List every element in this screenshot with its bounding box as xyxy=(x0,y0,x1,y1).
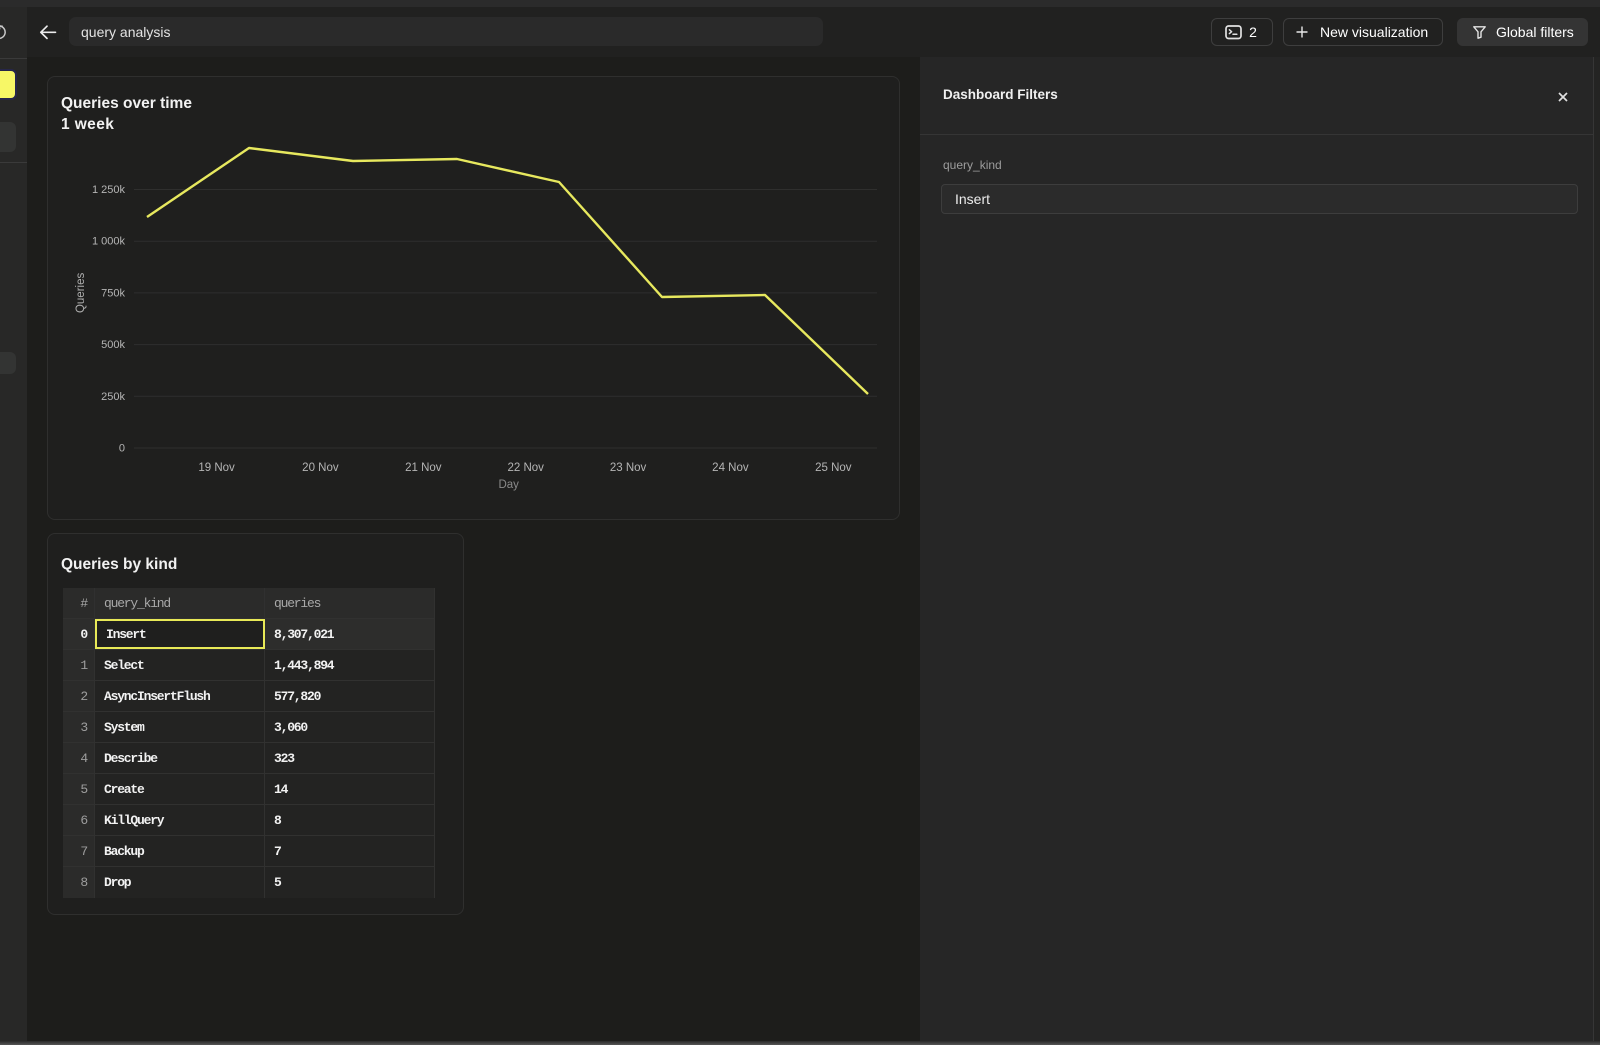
svg-text:22 Nov: 22 Nov xyxy=(507,462,544,474)
svg-text:24 Nov: 24 Nov xyxy=(712,462,749,474)
svg-text:0: 0 xyxy=(119,443,125,455)
svg-text:19 Nov: 19 Nov xyxy=(198,462,235,474)
svg-text:Day: Day xyxy=(498,479,519,491)
svg-text:250k: 250k xyxy=(101,391,125,403)
svg-text:Queries: Queries xyxy=(75,273,87,314)
svg-text:21 Nov: 21 Nov xyxy=(405,462,442,474)
svg-text:750k: 750k xyxy=(101,287,125,299)
svg-text:1 250k: 1 250k xyxy=(92,184,126,196)
svg-text:25 Nov: 25 Nov xyxy=(815,462,852,474)
svg-text:20 Nov: 20 Nov xyxy=(302,462,339,474)
svg-text:500k: 500k xyxy=(101,339,125,351)
svg-text:1 000k: 1 000k xyxy=(92,236,126,248)
svg-text:23 Nov: 23 Nov xyxy=(610,462,647,474)
